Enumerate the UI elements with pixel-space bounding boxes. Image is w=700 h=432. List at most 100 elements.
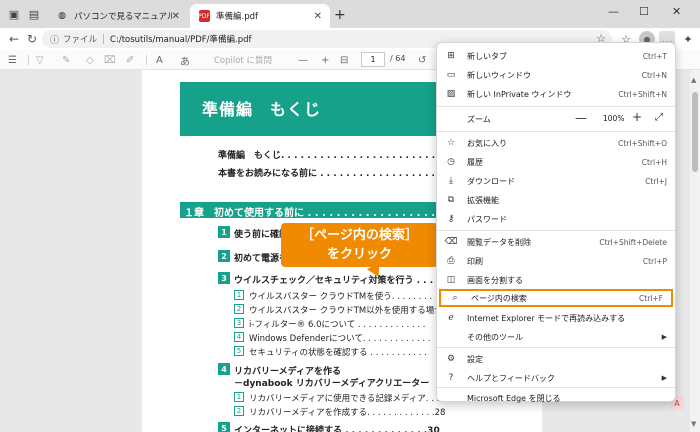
menu-zoom-row: ズーム — 100% + ⤢	[437, 109, 675, 129]
subsection-title[interactable]: ウイルスバスター クラウドTM以外を使用する場合	[249, 304, 443, 316]
window-close-button[interactable]: ✕	[672, 5, 681, 18]
menu-item-help[interactable]: ? ヘルプとフィードバック ▶	[437, 369, 675, 387]
menu-item-ie-mode[interactable]: ℯ Internet Explorer モードで再読み込みする	[437, 309, 675, 327]
file-label: ファイル	[63, 35, 98, 45]
delete-data-icon: ⌫	[444, 237, 458, 247]
help-icon: ?	[448, 373, 454, 383]
callout-line-2: をクリック	[326, 247, 392, 262]
zoom-in-button[interactable]: +	[632, 110, 642, 124]
menu-divider	[437, 230, 675, 231]
fullscreen-icon[interactable]: ⤢	[655, 112, 663, 123]
contents-icon[interactable]: ☰	[8, 53, 17, 67]
print-icon: ⎙	[447, 256, 455, 266]
menu-item-find-in-page[interactable]: ⌕ ページ内の検索 Ctrl+F	[439, 289, 673, 307]
refresh-icon[interactable]: ↻	[24, 31, 40, 47]
section-number: 4	[218, 363, 230, 375]
tab-actions-icon[interactable]: ▤	[26, 6, 42, 22]
tab-manual-title: パソコンで見るマニュアル	[74, 12, 172, 22]
page-title: 準備編 もくじ	[202, 100, 322, 119]
new-window-icon: ▭	[446, 70, 456, 80]
menu-item-extensions[interactable]: ⧉ 拡張機能	[437, 191, 675, 209]
menu-item-passwords[interactable]: ⚷ パスワード	[437, 210, 675, 228]
instruction-callout: ［ページ内の検索］ をクリック	[281, 223, 438, 267]
ie-mode-icon: ℯ	[448, 313, 454, 323]
section-title[interactable]: 使う前に確認	[234, 227, 288, 240]
scroll-thumb[interactable]	[692, 92, 698, 172]
menu-item-more-tools[interactable]: その他のツール ▶	[437, 328, 675, 346]
tab-pdf[interactable]: PDF 準備編.pdf ✕	[190, 4, 330, 28]
menu-item-new-tab[interactable]: ⊞ 新しいタブ Ctrl+T	[437, 47, 675, 65]
menu-divider	[437, 106, 675, 107]
globe-icon: ◍	[58, 11, 66, 21]
section-number: 1	[218, 226, 230, 238]
section-title[interactable]: 初めて電源を	[234, 251, 288, 264]
pen-icon[interactable]: ✐	[126, 53, 134, 67]
zoom-label: ズーム	[467, 115, 491, 124]
menu-item-clear-browsing-data[interactable]: ⌫ 閲覧データを削除 Ctrl+Shift+Delete	[437, 233, 675, 251]
subsection-title[interactable]: セキュリティの状態を確認する . . . . . . . . . . .	[249, 346, 427, 358]
add-text-icon[interactable]: ⌧	[104, 53, 116, 67]
divider	[28, 55, 29, 65]
minimize-button[interactable]: —	[608, 5, 619, 18]
copilot-icon[interactable]: ✦	[680, 31, 696, 47]
copilot-ask-input[interactable]: Copilot に質問	[214, 54, 272, 66]
subsection-number: 1	[234, 290, 244, 300]
page-total: / 64	[390, 54, 406, 63]
close-tab-icon[interactable]: ✕	[172, 11, 180, 22]
menu-item-close-edge[interactable]: Microsoft Edge を閉じる	[437, 389, 675, 407]
new-tab-icon: ⊞	[447, 51, 455, 61]
menu-item-split-screen[interactable]: ◫ 画面を分割する	[437, 271, 675, 289]
fit-page-icon[interactable]: ⊟	[340, 53, 348, 67]
settings-and-more-menu: ⊞ 新しいタブ Ctrl+T ▭ 新しいウィンドウ Ctrl+N ▨ 新しい I…	[436, 42, 676, 403]
subsection-title[interactable]: i-フィルター® 6.0について . . . . . . . . . . . .…	[249, 318, 425, 330]
zoom-out-button[interactable]: —	[298, 53, 308, 67]
toc-line[interactable]: 準備編 もくじ. . . . . . . . . . . . . . . . .…	[218, 148, 455, 161]
tab-manual[interactable]: ◍ パソコンで見るマニュアル ✕	[48, 4, 188, 28]
tab-strip: ▣ ▤ ◍ パソコンで見るマニュアル ✕ PDF 準備編.pdf ✕ + — ☐…	[0, 0, 700, 28]
read-aloud-icon[interactable]: A	[156, 53, 163, 67]
new-tab-button[interactable]: +	[334, 7, 346, 23]
subsection-title[interactable]: リカバリーメディアに使用できる記録メディア. . . . . .	[249, 392, 456, 404]
menu-item-history[interactable]: ◷ 履歴 Ctrl+H	[437, 153, 675, 171]
subsection-number: 2	[234, 406, 244, 416]
highlight-icon[interactable]: ▽	[36, 53, 44, 67]
subsection-title[interactable]: Windows Defenderについて. . . . . . . . . . …	[249, 332, 430, 344]
info-icon[interactable]: ⓘ	[50, 33, 59, 46]
rotate-icon[interactable]: ↺	[418, 53, 426, 67]
scroll-down-icon[interactable]: ▼	[691, 420, 696, 428]
erase-icon[interactable]: ◇	[86, 53, 94, 67]
vertical-scrollbar[interactable]: ▲ ▼	[690, 70, 700, 432]
menu-item-settings[interactable]: ⚙ 設定	[437, 350, 675, 368]
menu-item-new-window[interactable]: ▭ 新しいウィンドウ Ctrl+N	[437, 66, 675, 84]
menu-item-favorites[interactable]: ☆ お気に入り Ctrl+Shift+O	[437, 134, 675, 152]
subsection-title[interactable]: リカバリーメディアを作成する. . . . . . . . . . . . .2…	[249, 406, 445, 418]
history-icon: ◷	[447, 157, 455, 167]
maximize-button[interactable]: ☐	[639, 5, 649, 18]
section-number: 3	[218, 272, 230, 284]
pdf-icon: PDF	[198, 10, 210, 22]
title-banner: 準備編 もくじ	[180, 82, 480, 136]
chevron-right-icon: ▶	[661, 333, 667, 341]
close-tab-icon[interactable]: ✕	[314, 11, 322, 22]
menu-item-inprivate[interactable]: ▨ 新しい InPrivate ウィンドウ Ctrl+Shift+N	[437, 85, 675, 103]
zoom-in-button[interactable]: +	[321, 53, 329, 67]
back-arrow-icon[interactable]: ←	[6, 31, 22, 47]
draw-icon[interactable]: ✎	[62, 53, 70, 67]
section-subtitle[interactable]: －dynabook リカバリーメディアクリエーター	[234, 376, 429, 389]
toc-line[interactable]: 本書をお読みになる前に . . . . . . . . . . . . . . …	[218, 166, 455, 179]
chevron-right-icon: ▶	[661, 374, 667, 382]
scroll-up-icon[interactable]: ▲	[691, 76, 696, 84]
workspaces-icon[interactable]: ▣	[6, 6, 22, 22]
section-title[interactable]: ウイルスチェック／セキュリティ対策を行う . . .	[234, 273, 433, 286]
chapter-heading[interactable]: １章 初めて使用する前に . . . . . . . . . . . . . .…	[180, 202, 480, 219]
url-text[interactable]: C:/tosutils/manual/PDF/準備編.pdf	[110, 33, 251, 45]
menu-item-print[interactable]: ⎙ 印刷 Ctrl+P	[437, 252, 675, 270]
inprivate-icon: ▨	[446, 89, 456, 99]
subsection-number: 1	[234, 392, 244, 402]
subsection-title[interactable]: ウイルスバスター クラウドTMを使う. . . . . . . . . .	[249, 290, 443, 302]
menu-item-downloads[interactable]: ⤓ ダウンロード Ctrl+J	[437, 172, 675, 190]
zoom-out-button[interactable]: —	[575, 111, 587, 125]
translate-icon[interactable]: あ	[180, 53, 190, 68]
page-number-input[interactable]: 1	[361, 52, 385, 67]
section-title[interactable]: インターネットに接続する . . . . . . . . . . . . .30	[234, 423, 440, 432]
